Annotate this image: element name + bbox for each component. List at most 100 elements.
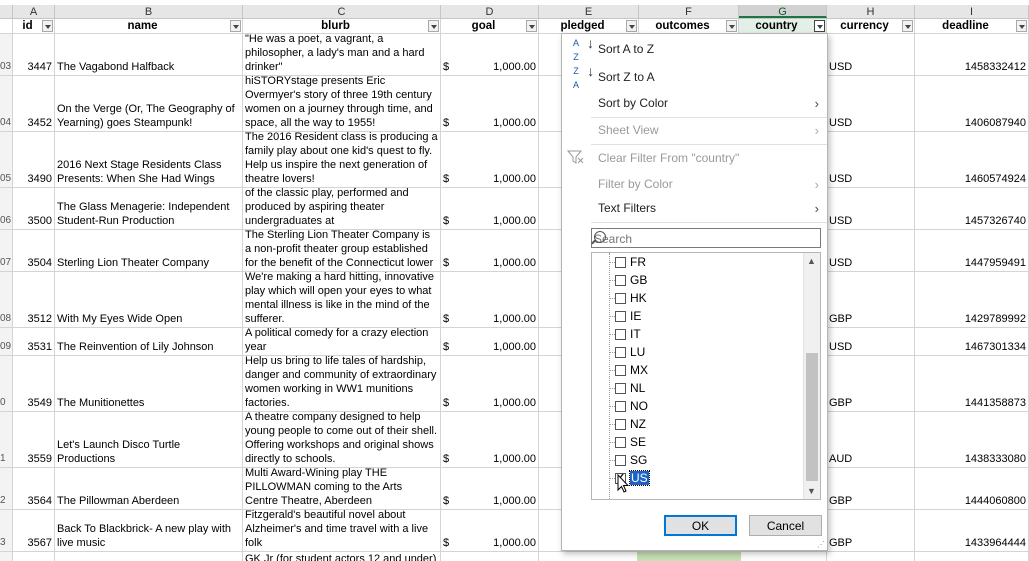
column-letter-f[interactable]: F <box>639 5 739 18</box>
checkbox[interactable] <box>615 328 626 340</box>
filter-dropdown-icon[interactable] <box>526 20 537 32</box>
header-goal[interactable]: goal <box>441 19 539 33</box>
cell-deadline[interactable] <box>915 552 1029 561</box>
search-input[interactable]: Search <box>591 228 821 248</box>
filter-dropdown-icon[interactable] <box>428 20 439 32</box>
cell-blurb[interactable]: A political comedy for a crazy election … <box>243 328 441 355</box>
corner-cell[interactable] <box>0 5 13 18</box>
cell-currency[interactable]: GBP <box>827 356 915 411</box>
checkbox[interactable] <box>615 454 626 466</box>
cell-deadline[interactable]: 1467301334 <box>915 328 1029 355</box>
cell-id[interactable]: 3447 <box>13 34 55 75</box>
list-item[interactable]: HK <box>609 289 647 307</box>
cell-deadline[interactable]: 1457326740 <box>915 188 1029 229</box>
table-row[interactable]: 08 3512 With My Eyes Wide Open We're mak… <box>0 272 1029 328</box>
checkbox[interactable] <box>615 382 626 394</box>
row-number[interactable]: 08 <box>0 272 13 327</box>
sort-z-to-a-item[interactable]: Z A ↓ Sort Z to A <box>562 64 827 90</box>
cell-goal[interactable] <box>441 552 539 561</box>
checkbox[interactable] <box>615 310 626 322</box>
cell-currency[interactable]: USD <box>827 132 915 187</box>
cell-currency[interactable]: USD <box>827 230 915 271</box>
cell-deadline[interactable]: 1441358873 <box>915 356 1029 411</box>
scrollbar-thumb[interactable] <box>806 353 818 481</box>
cell-currency[interactable]: USD <box>827 34 915 75</box>
cell-deadline[interactable]: 1458332412 <box>915 34 1029 75</box>
table-row[interactable]: 06 3500 The Glass Menagerie: Independent… <box>0 188 1029 230</box>
table-row[interactable]: GK Jr (for student actors 12 and under) … <box>0 552 1029 561</box>
table-row[interactable]: 04 3452 On the Verge (Or, The Geography … <box>0 76 1029 132</box>
checkbox[interactable] <box>615 400 626 412</box>
cell-name[interactable]: The Vagabond Halfback <box>55 34 243 75</box>
row-number[interactable] <box>0 552 13 561</box>
scroll-down-icon[interactable]: ▼ <box>807 486 816 496</box>
cell-name[interactable]: On the Verge (Or, The Geography of Yearn… <box>55 76 243 131</box>
cell-blurb[interactable]: A theatre company designed to help young… <box>243 412 441 467</box>
cell-currency[interactable]: GBP <box>827 510 915 551</box>
cell-id[interactable]: 3490 <box>13 132 55 187</box>
checkbox[interactable] <box>615 436 626 448</box>
cell-currency[interactable]: USD <box>827 76 915 131</box>
row-number[interactable]: 07 <box>0 230 13 271</box>
cell-id[interactable]: 3504 <box>13 230 55 271</box>
cell-currency[interactable]: GBP <box>827 272 915 327</box>
cell-deadline[interactable]: 1444060800 <box>915 468 1029 509</box>
column-letter-d[interactable]: D <box>441 5 539 18</box>
filter-dropdown-icon[interactable] <box>626 20 637 32</box>
list-item[interactable]: MX <box>609 361 648 379</box>
cell-id[interactable]: 3500 <box>13 188 55 229</box>
cell-blurb[interactable]: hiSTORYstage presents Eric Overmyer's st… <box>243 76 441 131</box>
cell-blurb[interactable]: Multi Award-Wining play THE PILLOWMAN co… <box>243 468 441 509</box>
list-item[interactable]: NL <box>609 379 645 397</box>
sort-by-color-item[interactable]: Sort by Color › <box>562 91 827 115</box>
header-id[interactable]: id <box>13 19 55 33</box>
row-number[interactable]: 2 <box>0 468 13 509</box>
cell-id[interactable]: 3549 <box>13 356 55 411</box>
filter-dropdown-icon[interactable] <box>814 20 825 32</box>
row-number[interactable]: 03 <box>0 34 13 75</box>
cell-id[interactable]: 3564 <box>13 468 55 509</box>
cell-id[interactable] <box>13 552 55 561</box>
cell-deadline[interactable]: 1438333080 <box>915 412 1029 467</box>
cell-name[interactable]: The Pillowman Aberdeen <box>55 468 243 509</box>
cell-goal[interactable]: $1,000.00 <box>441 76 539 131</box>
column-letter-c[interactable]: C <box>243 5 441 18</box>
cell-name[interactable]: 2016 Next Stage Residents Class Presents… <box>55 132 243 187</box>
row-number[interactable]: 3 <box>0 510 13 551</box>
table-row[interactable]: 03 3447 The Vagabond Halfback "He was a … <box>0 34 1029 76</box>
cell-goal[interactable]: $1,000.00 <box>441 230 539 271</box>
cell-id[interactable]: 3559 <box>13 412 55 467</box>
filter-dropdown-icon[interactable] <box>42 20 53 32</box>
list-item[interactable]: SG <box>609 451 647 469</box>
header-deadline[interactable]: deadline <box>915 19 1029 33</box>
filter-dropdown-icon[interactable] <box>902 20 913 32</box>
cell-pledged[interactable] <box>539 552 639 561</box>
cancel-button[interactable]: Cancel <box>749 515 822 536</box>
cell-currency[interactable]: USD <box>827 328 915 355</box>
cell-blurb[interactable]: First stage adaptation of Sarah Moore Fi… <box>243 510 441 551</box>
cell-currency[interactable]: AUD <box>827 412 915 467</box>
header-outcomes[interactable]: outcomes <box>639 19 739 33</box>
checkbox[interactable] <box>615 346 626 358</box>
list-item[interactable]: IT <box>609 325 641 343</box>
cell-blurb[interactable]: Help us bring to life tales of hardship,… <box>243 356 441 411</box>
cell-blurb[interactable]: A minimalist, post-modern production of … <box>243 188 441 229</box>
checkbox[interactable] <box>615 292 626 304</box>
column-letter-h[interactable]: H <box>827 5 915 18</box>
cell-country[interactable] <box>739 552 827 561</box>
table-row[interactable]: 07 3504 Sterling Lion Theater Company Th… <box>0 230 1029 272</box>
cell-currency[interactable]: GBP <box>827 468 915 509</box>
cell-currency[interactable]: USD <box>827 188 915 229</box>
cell-goal[interactable]: $1,000.00 <box>441 328 539 355</box>
filter-dropdown-icon[interactable] <box>230 20 241 32</box>
list-item[interactable]: SE <box>609 433 646 451</box>
header-name[interactable]: name <box>55 19 243 33</box>
scroll-up-icon[interactable]: ▲ <box>807 256 816 266</box>
cell-goal[interactable]: $1,000.00 <box>441 272 539 327</box>
sort-a-to-z-item[interactable]: A Z ↓ Sort A to Z <box>562 36 827 62</box>
cell-deadline[interactable]: 1460574924 <box>915 132 1029 187</box>
header-blurb[interactable]: blurb <box>243 19 441 33</box>
cell-id[interactable]: 3531 <box>13 328 55 355</box>
cell-name[interactable]: Back To Blackbrick- A new play with live… <box>55 510 243 551</box>
resize-grip-icon[interactable]: ⋰ <box>817 540 825 549</box>
